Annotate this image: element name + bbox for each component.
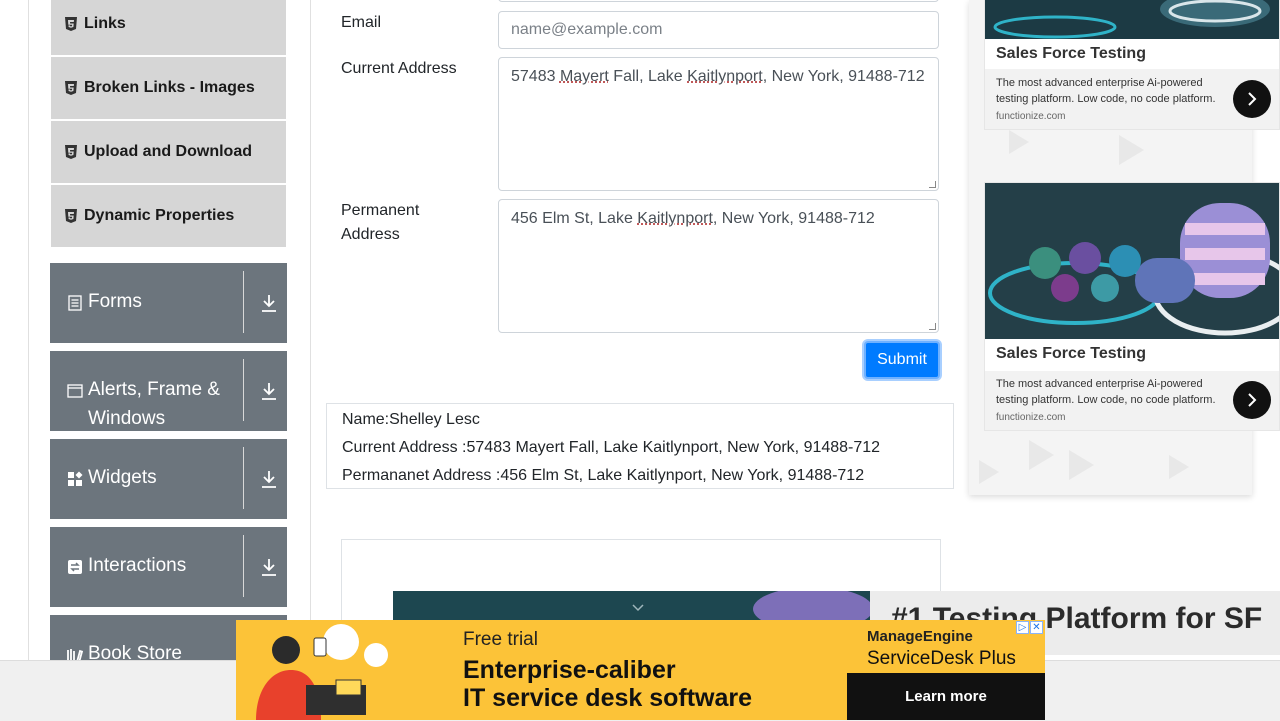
permanent-address-label: Permanent Address: [341, 202, 420, 243]
ad-domain: functionize.com: [996, 111, 1066, 122]
ad-image: [985, 0, 1279, 39]
download-icon[interactable]: [260, 557, 278, 577]
resize-handle[interactable]: [929, 181, 936, 188]
submit-button[interactable]: Submit: [864, 341, 940, 379]
html5-icon: [65, 145, 77, 159]
group-divider: [243, 359, 244, 421]
download-icon[interactable]: [260, 293, 278, 313]
sidebar-item-label: Broken Links - Images: [84, 79, 255, 96]
sidebar-item-upload-download[interactable]: Upload and Download: [51, 121, 286, 183]
sidebar-item-label: Links: [84, 15, 126, 32]
ad-arrow-button[interactable]: [1233, 80, 1271, 118]
email-label: Email: [341, 14, 382, 31]
output-name: Name:Shelley Lesc: [342, 411, 480, 428]
banner-brand-2: ServiceDesk Plus: [867, 648, 1016, 669]
sidebar-right-border: [310, 0, 311, 660]
form-icon: [68, 295, 82, 311]
ad-image: [985, 183, 1279, 339]
download-icon[interactable]: [260, 381, 278, 401]
ad-close-icon[interactable]: ✕: [1030, 621, 1043, 634]
window-icon: [67, 384, 83, 398]
chevron-right-icon: [1248, 393, 1257, 407]
html5-icon: [65, 17, 77, 31]
ad-title[interactable]: Sales Force Testing: [996, 45, 1146, 63]
output-permanent-address: Permananet Address :456 Elm St, Lake Kai…: [342, 467, 865, 484]
ad-domain: functionize.com: [996, 412, 1066, 423]
group-divider: [243, 535, 244, 597]
group-divider: [243, 271, 244, 333]
sidebar-item-label: Dynamic Properties: [84, 207, 235, 224]
full-name-field[interactable]: [498, 0, 939, 2]
output-box: Name:Shelley Lesc Current Address :57483…: [326, 403, 954, 489]
address-text: 456 Elm St, Lake: [511, 210, 638, 227]
interactions-icon: [68, 560, 82, 574]
group-title: Interactions: [88, 555, 187, 576]
sidebar-group-alerts[interactable]: Alerts, Frame & Windows: [50, 351, 287, 431]
ad-description: The most advanced enterprise Ai-powered …: [996, 77, 1216, 105]
sidebar-group-widgets[interactable]: Widgets: [50, 439, 287, 519]
email-field[interactable]: name@example.com: [498, 11, 939, 49]
bottom-banner-ad[interactable]: Free trial Enterprise-caliber IT service…: [236, 620, 1045, 720]
chevron-right-icon: [1248, 92, 1257, 106]
banner-illustration: [256, 624, 388, 720]
address-text: , New York, 91488-712: [762, 68, 925, 85]
learn-more-button[interactable]: Learn more: [847, 673, 1045, 720]
sidebar-group-forms[interactable]: Forms: [50, 263, 287, 343]
sidebar-item-broken-links[interactable]: Broken Links - Images: [51, 57, 286, 119]
email-placeholder: name@example.com: [511, 21, 663, 38]
banner-headline-line: IT service desk software: [463, 684, 753, 712]
banner-headline: Enterprise-caliber IT service desk softw…: [463, 656, 752, 712]
group-title: Alerts, Frame & Windows: [88, 379, 220, 429]
output-current-address: Current Address :57483 Mayert Fall, Lake…: [342, 439, 881, 456]
address-text: 57483: [511, 68, 560, 85]
current-address-label: Current Address: [341, 60, 457, 77]
banner-brand-1: ManageEngine: [867, 628, 973, 645]
ad-title[interactable]: Sales Force Testing: [996, 345, 1146, 363]
current-address-field[interactable]: 57483 Mayert Fall, Lake Kaitlynport, New…: [498, 57, 939, 191]
html5-icon: [65, 81, 77, 95]
resize-handle[interactable]: [929, 323, 936, 330]
group-title: Widgets: [88, 467, 157, 488]
sidebar-item-dynamic-properties[interactable]: Dynamic Properties: [51, 185, 286, 247]
sidebar-group-interactions[interactable]: Interactions: [50, 527, 287, 607]
ad-arrow-button[interactable]: [1233, 381, 1271, 419]
permanent-address-field[interactable]: 456 Elm St, Lake Kaitlynport, New York, …: [498, 199, 939, 333]
address-text: Fall, Lake: [608, 68, 688, 85]
ad-description: The most advanced enterprise Ai-powered …: [996, 378, 1216, 406]
download-icon[interactable]: [260, 469, 278, 489]
misspelled-word: Kaitlynport: [637, 210, 713, 227]
group-title: Forms: [88, 291, 142, 312]
ad-card[interactable]: Sales Force Testing The most advanced en…: [984, 0, 1280, 130]
promo-graphic: [393, 591, 870, 621]
sidebar-item-links[interactable]: Links: [51, 0, 286, 55]
widgets-icon: [68, 471, 83, 486]
banner-headline-line: Enterprise-caliber: [463, 656, 676, 684]
html5-icon: [65, 209, 77, 223]
address-text: , New York, 91488-712: [712, 210, 875, 227]
sidebar-left-border: [28, 0, 29, 660]
misspelled-word: Mayert: [559, 68, 609, 85]
promo-image[interactable]: [393, 591, 870, 621]
misspelled-word: Kaitlynport: [687, 68, 763, 85]
banner-kicker: Free trial: [463, 629, 538, 650]
ad-choices-icon[interactable]: ▷: [1016, 621, 1029, 634]
ad-card[interactable]: Sales Force Testing The most advanced en…: [984, 182, 1280, 431]
sidebar-item-label: Upload and Download: [84, 143, 252, 160]
group-divider: [243, 447, 244, 509]
